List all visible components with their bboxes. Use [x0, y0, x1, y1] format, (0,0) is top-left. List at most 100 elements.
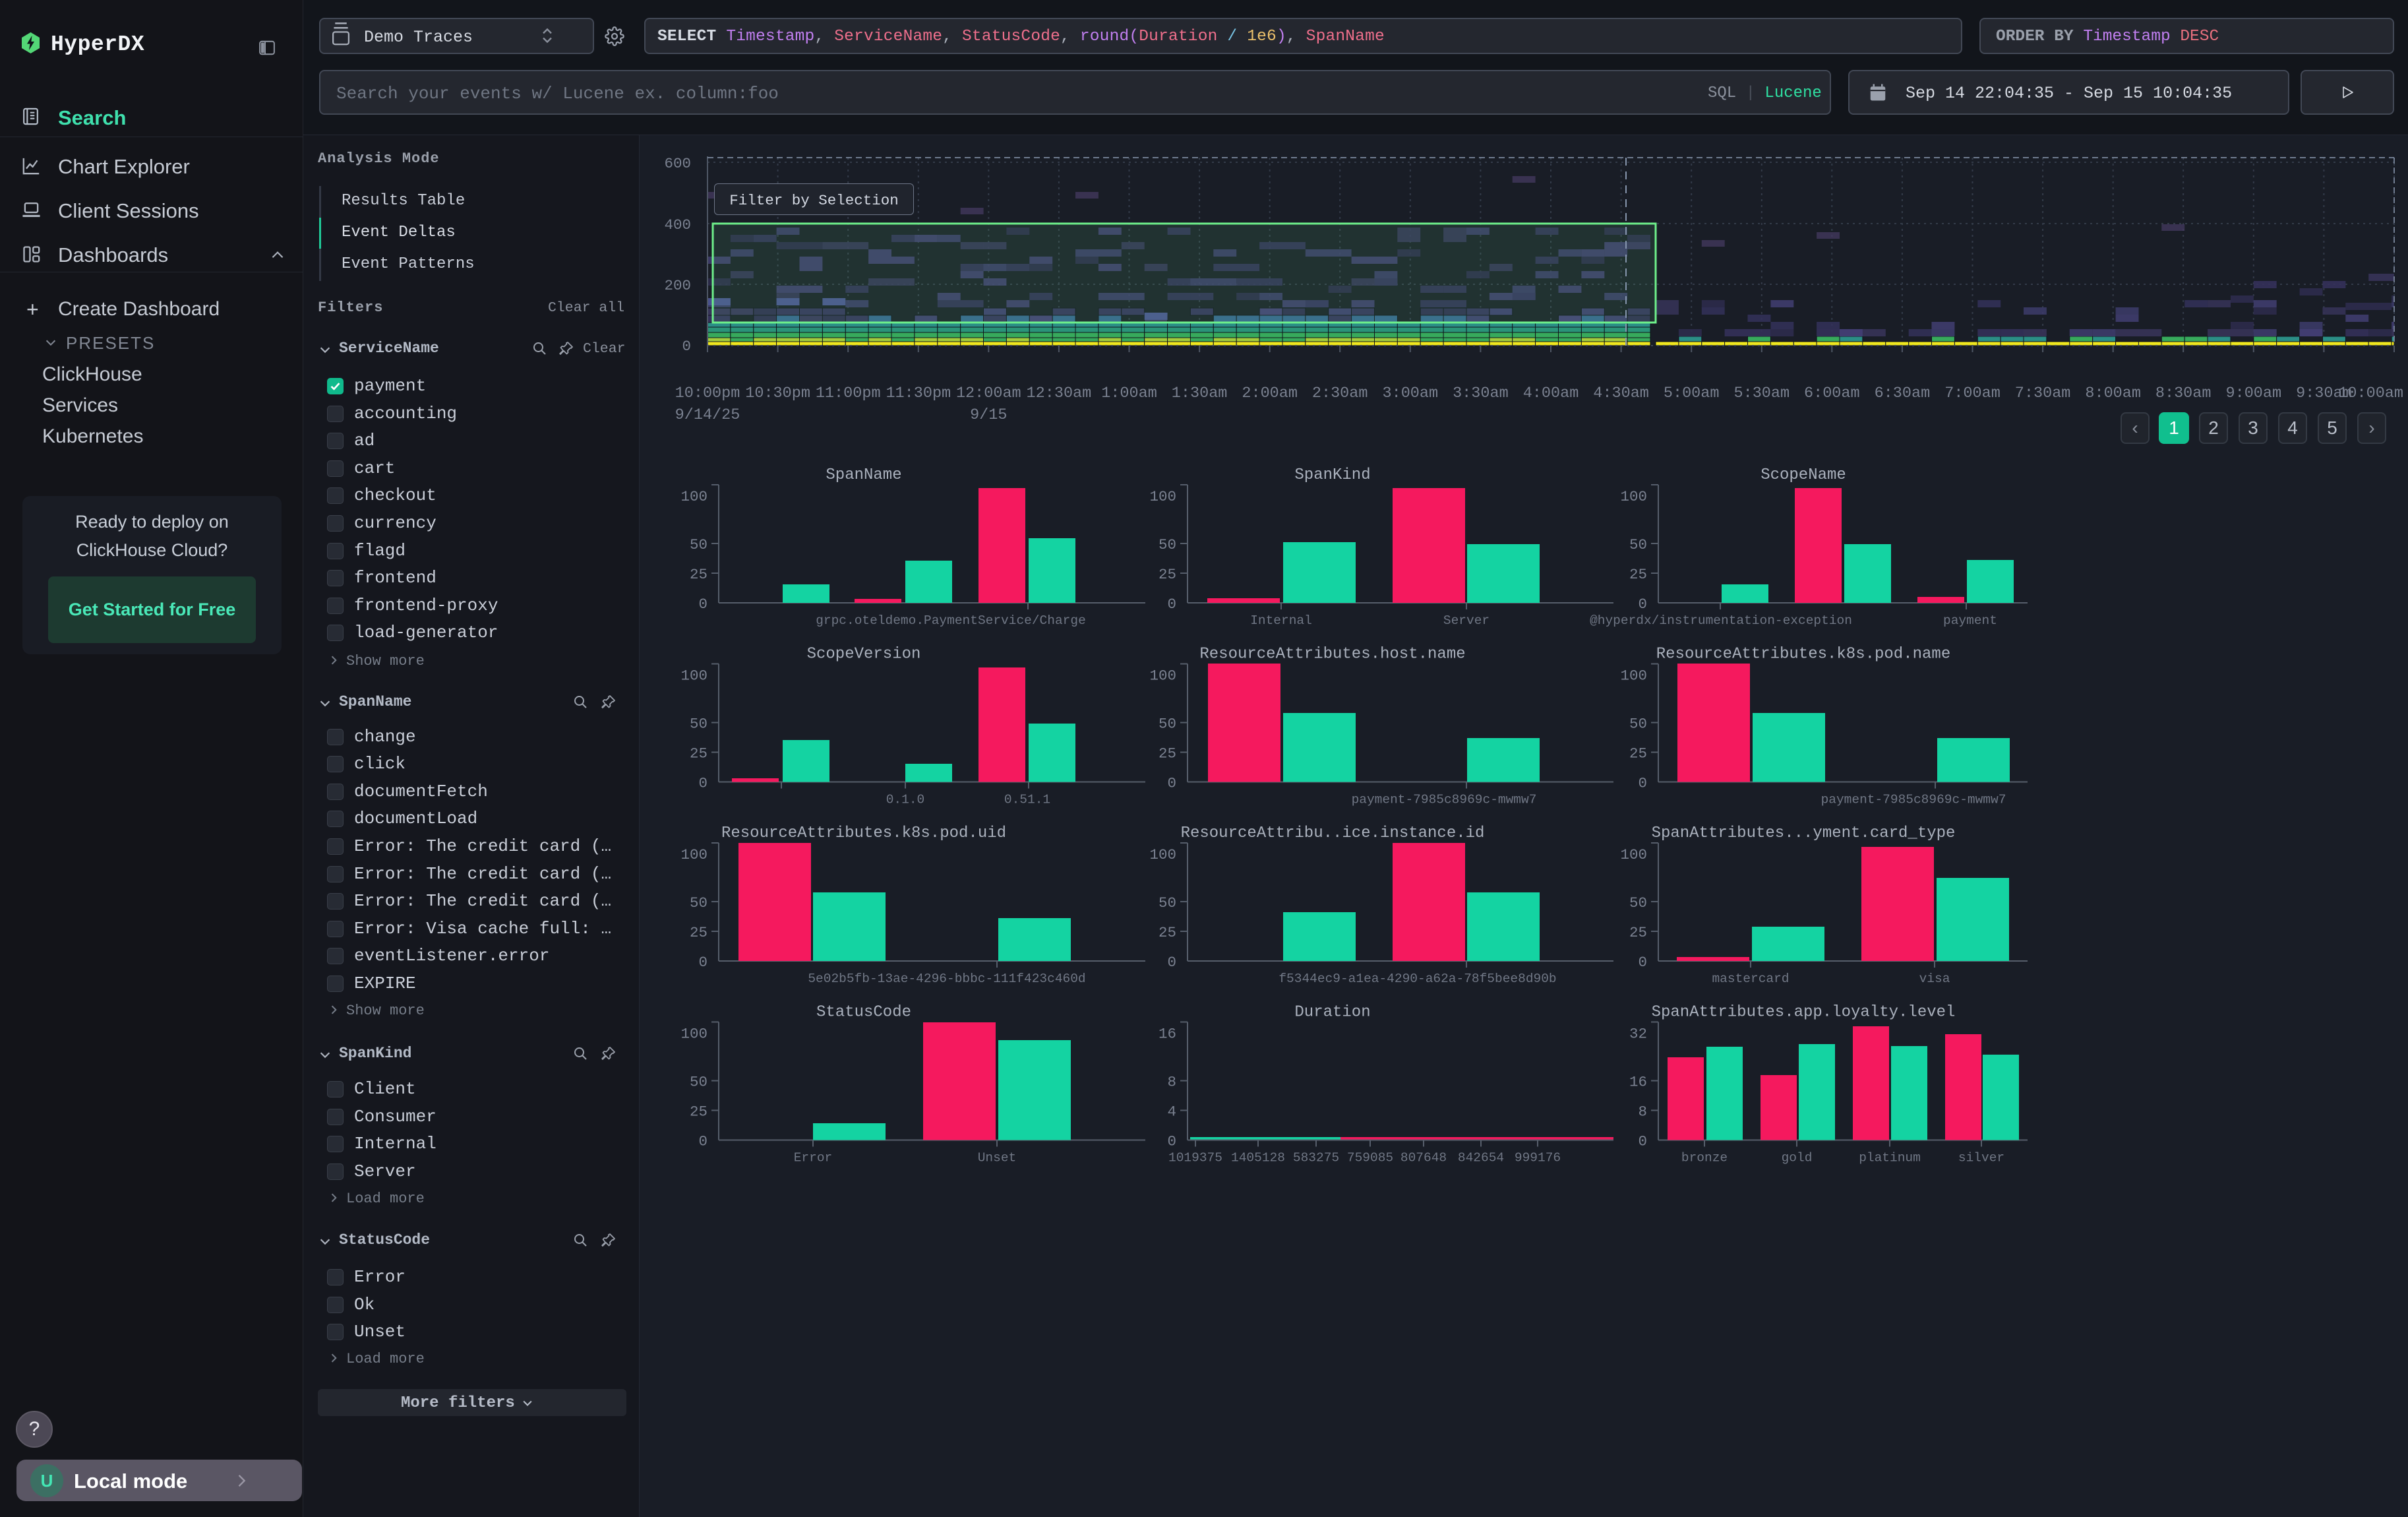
svg-text:1405128: 1405128: [1231, 1151, 1285, 1165]
svg-text:0: 0: [1167, 954, 1176, 971]
svg-text:@hyperdx/instrumentation-excep: @hyperdx/instrumentation-exception: [1590, 613, 1852, 628]
svg-text:583275: 583275: [1293, 1151, 1339, 1165]
svg-text:0: 0: [1638, 775, 1647, 792]
svg-text:2:00am: 2:00am: [1242, 385, 1298, 402]
svg-text:25: 25: [1159, 745, 1176, 762]
svg-text:16: 16: [1159, 1026, 1176, 1043]
svg-text:ScopeVersion: ScopeVersion: [807, 646, 921, 664]
svg-text:Error: Error: [794, 1151, 833, 1165]
svg-text:10:00pm: 10:00pm: [675, 385, 740, 402]
svg-text:3:00am: 3:00am: [1382, 385, 1438, 402]
svg-text:50: 50: [690, 536, 707, 553]
svg-text:11:30pm: 11:30pm: [886, 385, 951, 402]
svg-text:0.1.0: 0.1.0: [886, 793, 925, 807]
svg-text:SpanKind: SpanKind: [1294, 466, 1370, 484]
svg-text:100: 100: [1149, 846, 1176, 863]
svg-text:6:00am: 6:00am: [1804, 385, 1860, 402]
svg-text:50: 50: [1629, 536, 1647, 553]
svg-text:3:30am: 3:30am: [1453, 385, 1509, 402]
svg-text:mastercard: mastercard: [1712, 972, 1789, 986]
svg-text:100: 100: [1620, 667, 1647, 685]
svg-text:1:30am: 1:30am: [1172, 385, 1228, 402]
svg-text:7:30am: 7:30am: [2015, 385, 2071, 402]
svg-text:0: 0: [682, 338, 691, 355]
svg-text:f5344ec9-a1ea-4290-a62a-78f5be: f5344ec9-a1ea-4290-a62a-78f5bee8d90b: [1279, 972, 1556, 986]
svg-text:visa: visa: [1919, 972, 1950, 986]
svg-text:100: 100: [1149, 667, 1176, 685]
svg-text:StatusCode: StatusCode: [816, 1004, 911, 1022]
svg-text:2:30am: 2:30am: [1312, 385, 1368, 402]
svg-text:100: 100: [680, 488, 707, 505]
svg-text:ResourceAttribu..ice.instance.: ResourceAttribu..ice.instance.id: [1181, 824, 1485, 842]
svg-text:4:00am: 4:00am: [1523, 385, 1579, 402]
svg-text:SpanAttributes.app.loyalty.lev: SpanAttributes.app.loyalty.level: [1652, 1004, 1956, 1022]
svg-text:Duration: Duration: [1294, 1004, 1370, 1022]
svg-text:50: 50: [690, 1074, 707, 1091]
svg-text:11:00pm: 11:00pm: [816, 385, 881, 402]
svg-text:0: 0: [698, 1133, 707, 1150]
svg-text:0: 0: [698, 775, 707, 792]
svg-text:payment-7985c8969c-mwmw7: payment-7985c8969c-mwmw7: [1821, 793, 2006, 807]
svg-text:8: 8: [1167, 1074, 1176, 1091]
svg-text:50: 50: [1159, 536, 1176, 553]
svg-text:100: 100: [1620, 846, 1647, 863]
svg-text:25: 25: [690, 745, 707, 762]
svg-text:0: 0: [698, 596, 707, 613]
svg-text:25: 25: [690, 1103, 707, 1121]
svg-text:10:00am: 10:00am: [2338, 385, 2403, 402]
svg-text:Internal: Internal: [1250, 613, 1312, 628]
svg-text:50: 50: [1629, 894, 1647, 912]
svg-text:8:00am: 8:00am: [2085, 385, 2141, 402]
svg-text:25: 25: [1629, 924, 1647, 941]
svg-text:32: 32: [1629, 1026, 1647, 1043]
svg-text:25: 25: [690, 924, 707, 941]
svg-text:SpanAttributes...yment.card_ty: SpanAttributes...yment.card_type: [1652, 824, 1956, 842]
svg-text:50: 50: [1159, 716, 1176, 733]
svg-text:ResourceAttributes.k8s.pod.nam: ResourceAttributes.k8s.pod.name: [1656, 646, 1950, 664]
svg-text:7:00am: 7:00am: [1944, 385, 2001, 402]
svg-text:25: 25: [690, 566, 707, 583]
svg-text:Unset: Unset: [978, 1151, 1017, 1165]
svg-text:1:00am: 1:00am: [1101, 385, 1157, 402]
svg-text:silver: silver: [1958, 1151, 2004, 1165]
svg-text:50: 50: [690, 716, 707, 733]
svg-text:Server: Server: [1443, 613, 1490, 628]
svg-text:600: 600: [664, 155, 691, 172]
svg-text:10:30pm: 10:30pm: [745, 385, 810, 402]
svg-text:0: 0: [1167, 775, 1176, 792]
svg-text:0: 0: [1167, 1133, 1176, 1150]
svg-text:25: 25: [1159, 566, 1176, 583]
svg-text:807648: 807648: [1400, 1151, 1447, 1165]
svg-text:ResourceAttributes.k8s.pod.uid: ResourceAttributes.k8s.pod.uid: [721, 824, 1006, 842]
svg-text:100: 100: [680, 1026, 707, 1043]
svg-text:5:30am: 5:30am: [1733, 385, 1790, 402]
svg-text:16: 16: [1629, 1074, 1647, 1091]
svg-text:9/15: 9/15: [970, 406, 1007, 424]
svg-text:platinum: platinum: [1859, 1151, 1921, 1165]
svg-text:200: 200: [664, 277, 691, 294]
svg-text:SpanName: SpanName: [826, 466, 901, 484]
svg-text:1019375: 1019375: [1168, 1151, 1222, 1165]
svg-text:gold: gold: [1782, 1151, 1813, 1165]
svg-text:ResourceAttributes.host.name: ResourceAttributes.host.name: [1199, 646, 1465, 664]
svg-text:grpc.oteldemo.PaymentService/C: grpc.oteldemo.PaymentService/Charge: [816, 613, 1086, 628]
svg-text:ScopeName: ScopeName: [1761, 466, 1846, 484]
svg-text:bronze: bronze: [1681, 1151, 1728, 1165]
svg-text:50: 50: [690, 894, 707, 912]
svg-text:6:30am: 6:30am: [1875, 385, 1931, 402]
svg-text:12:00am: 12:00am: [956, 385, 1021, 402]
svg-text:12:30am: 12:30am: [1027, 385, 1092, 402]
svg-text:25: 25: [1629, 745, 1647, 762]
svg-text:50: 50: [1159, 894, 1176, 912]
svg-text:0: 0: [1638, 596, 1647, 613]
svg-text:payment-7985c8969c-mwmw7: payment-7985c8969c-mwmw7: [1352, 793, 1537, 807]
svg-text:759085: 759085: [1347, 1151, 1393, 1165]
svg-text:400: 400: [664, 216, 691, 233]
svg-text:payment: payment: [1943, 613, 1997, 628]
svg-text:50: 50: [1629, 716, 1647, 733]
svg-text:8:30am: 8:30am: [2155, 385, 2212, 402]
svg-text:0: 0: [698, 954, 707, 971]
svg-text:25: 25: [1159, 924, 1176, 941]
svg-text:100: 100: [1149, 488, 1176, 505]
svg-text:842654: 842654: [1458, 1151, 1504, 1165]
